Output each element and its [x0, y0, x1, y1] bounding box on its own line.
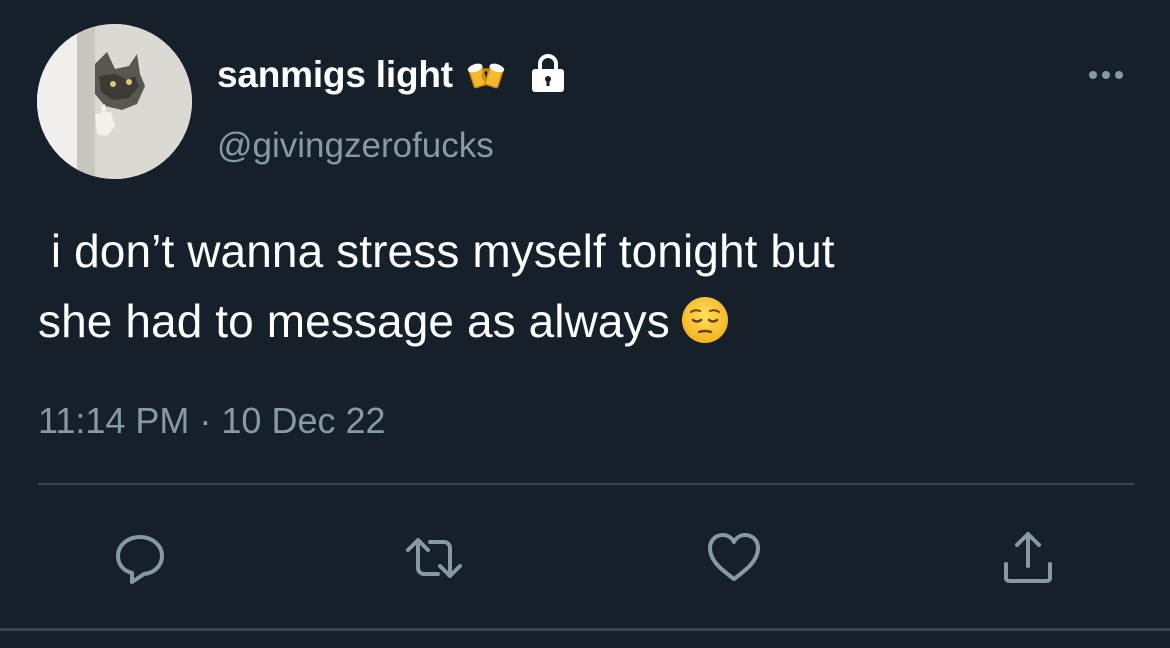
display-name[interactable]: sanmigs light — [217, 54, 453, 96]
tweet-text-line-2: she had to message as always — [38, 295, 670, 347]
timestamp[interactable]: 11:14 PM · 10 Dec 22 — [38, 400, 386, 442]
reply-button[interactable] — [110, 528, 170, 588]
pensive-face-icon — [670, 295, 730, 347]
avatar[interactable] — [37, 24, 192, 179]
tweet-text-line-1: i don’t wanna stress myself tonight but — [38, 225, 835, 277]
reply-icon — [110, 528, 170, 588]
divider — [38, 483, 1134, 485]
lock-icon — [519, 52, 569, 99]
retweet-button[interactable] — [404, 528, 464, 588]
share-button[interactable] — [998, 528, 1058, 588]
like-button[interactable] — [704, 528, 764, 588]
display-name-row: sanmigs light — [217, 50, 569, 100]
retweet-icon — [404, 528, 464, 588]
handle[interactable]: @givingzerofucks — [217, 126, 494, 166]
more-icon[interactable] — [1085, 66, 1127, 84]
like-icon — [704, 528, 764, 588]
tweet-text: i don’t wanna stress myself tonight but … — [38, 216, 1138, 356]
bottom-divider — [0, 628, 1170, 631]
share-icon — [998, 528, 1058, 588]
clinking-beer-mugs-icon — [467, 54, 505, 97]
